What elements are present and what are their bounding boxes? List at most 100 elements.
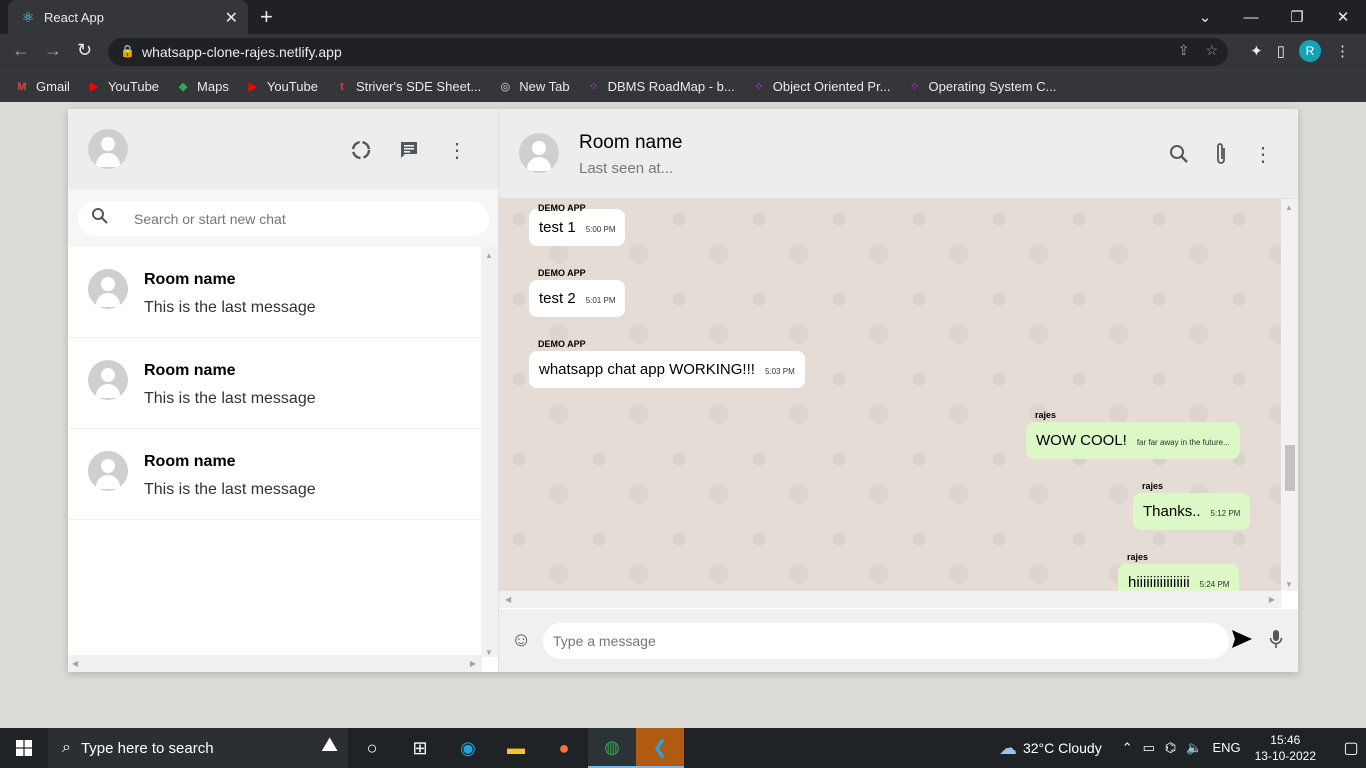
attach-icon[interactable] (1210, 141, 1232, 167)
message-incoming: DEMO APP whatsapp chat app WORKING!!! 5:0… (529, 339, 805, 388)
message-text: test 1 (539, 219, 576, 236)
room-title: Room name (579, 132, 683, 153)
restore-button[interactable]: ❐ (1274, 0, 1320, 34)
mic-icon[interactable] (1269, 629, 1283, 654)
notification-icon[interactable]: ▢ (1336, 738, 1366, 758)
lock-icon[interactable]: 🔒 (120, 44, 135, 58)
send-icon[interactable] (1231, 629, 1253, 655)
task-view-icon[interactable]: ⊞ (396, 728, 444, 768)
chrome-icon[interactable]: ◍ (588, 728, 636, 768)
profile-avatar[interactable]: R (1299, 40, 1321, 62)
window-controls: ⌄ — ❐ ✕ (1182, 0, 1366, 34)
bookmark-label: YouTube (107, 79, 160, 94)
edge-icon[interactable]: ◉ (444, 728, 492, 768)
message-time: 5:00 PM (585, 225, 616, 234)
bookmark-star-icon[interactable]: ☆ (1205, 42, 1218, 59)
weather-widget[interactable]: ☁ 32°C Cloudy (999, 738, 1102, 759)
message-sender: DEMO APP (538, 339, 586, 349)
message-time: 5:12 PM (1210, 509, 1241, 518)
chat-horizontal-scrollbar[interactable]: ◀ ▶ (499, 591, 1281, 608)
address-bar[interactable]: 🔒 whatsapp-clone-rajes.netlify.app ⇪ ☆ (108, 38, 1228, 66)
volume-icon[interactable]: 🔈 (1186, 740, 1202, 756)
share-icon[interactable]: ⇪ (1178, 42, 1190, 59)
bookmark-label: Object Oriented Pr... (772, 79, 891, 94)
scrollbar-thumb[interactable] (1285, 445, 1295, 491)
bookmark-item[interactable]: ▶ YouTube (86, 79, 159, 95)
chat-last-message: This is the last message (144, 390, 316, 407)
side-panel-icon[interactable]: ▯ (1277, 42, 1285, 60)
bookmark-label: Striver's SDE Sheet... (355, 79, 482, 94)
bookmark-item[interactable]: t Striver's SDE Sheet... (334, 79, 481, 95)
message-sender: rajes (1142, 481, 1164, 491)
close-window-button[interactable]: ✕ (1320, 0, 1366, 34)
taskbar-search[interactable]: ⌕ Type here to search ⛰ (48, 728, 348, 768)
file-explorer-icon[interactable]: ▬ (492, 728, 540, 768)
bookmark-item[interactable]: ◎ New Tab (497, 79, 569, 95)
search-icon: ⌕ (62, 739, 71, 756)
user-avatar[interactable] (88, 129, 128, 169)
scroll-down-arrow-icon[interactable]: ▼ (1285, 580, 1293, 589)
minimize-button[interactable]: — (1228, 0, 1274, 34)
scroll-up-arrow-icon[interactable]: ▲ (485, 251, 493, 260)
reload-icon[interactable]: ↻ (77, 40, 92, 61)
youtube-icon: ▶ (89, 81, 99, 93)
chat-menu-icon[interactable]: ⋮ (1252, 141, 1274, 167)
bookmark-label: DBMS RoadMap - b... (607, 79, 735, 94)
scroll-down-arrow-icon[interactable]: ▼ (485, 648, 493, 657)
status-icon[interactable] (348, 137, 374, 163)
bookmark-item[interactable]: ⁘ Object Oriented Pr... (751, 79, 891, 95)
language-indicator[interactable]: ENG (1212, 740, 1240, 756)
bookmark-item[interactable]: ⁘ DBMS RoadMap - b... (586, 79, 735, 95)
menu-kebab-icon[interactable]: ⋮ (1335, 42, 1350, 60)
clock[interactable]: 15:46 13-10-2022 (1255, 732, 1316, 764)
bookmark-label: New Tab (519, 79, 570, 94)
chat-background-pattern (499, 199, 1281, 591)
scroll-left-arrow-icon[interactable]: ◀ (505, 595, 511, 604)
bookmark-item[interactable]: M Gmail (14, 79, 70, 95)
room-avatar[interactable] (519, 133, 559, 173)
firefox-icon[interactable]: ● (540, 728, 588, 768)
sidebar-horizontal-scrollbar[interactable]: ◀ ▶ (68, 655, 482, 672)
message-outgoing: rajes Thanks.. 5:12 PM (1133, 481, 1251, 530)
browser-tab[interactable]: ⚛ React App ✕ (8, 0, 248, 34)
scroll-right-arrow-icon[interactable]: ▶ (470, 659, 476, 668)
message-text: Thanks.. (1143, 503, 1201, 520)
chat-list-item[interactable]: Room name This is the last message (68, 247, 482, 338)
network-icon[interactable]: ⌬ (1165, 740, 1176, 756)
battery-icon[interactable]: ▭ (1143, 740, 1155, 756)
bookmark-item[interactable]: ▶ YouTube (245, 79, 318, 95)
message-time: 5:24 PM (1199, 580, 1230, 589)
scroll-left-arrow-icon[interactable]: ◀ (72, 659, 78, 668)
bookmark-label: Gmail (36, 79, 70, 94)
new-chat-icon[interactable] (396, 137, 422, 163)
search-highlight-icon[interactable]: ⛰ (321, 734, 338, 757)
new-tab-button[interactable]: + (260, 4, 273, 30)
close-tab-icon[interactable]: ✕ (225, 8, 238, 28)
back-icon[interactable]: ← (12, 40, 30, 61)
message-text: WOW COOL! (1036, 432, 1127, 449)
cortana-icon[interactable]: ○ (348, 728, 396, 768)
scroll-right-arrow-icon[interactable]: ▶ (1269, 595, 1275, 604)
search-input[interactable] (134, 210, 464, 227)
scroll-up-arrow-icon[interactable]: ▲ (1285, 203, 1293, 212)
chat-vertical-scrollbar[interactable]: ▲ ▼ (1281, 199, 1298, 591)
youtube-icon: ▶ (248, 81, 258, 93)
extensions-icon[interactable]: ✦ (1250, 42, 1263, 60)
search-icon[interactable] (1168, 141, 1190, 167)
chat-list-item[interactable]: Room name This is the last message (68, 429, 482, 520)
tab-search-icon[interactable]: ⌄ (1182, 0, 1228, 34)
sidebar-menu-icon[interactable]: ⋮ (444, 137, 470, 163)
bookmark-item[interactable]: ⁘ Operating System C... (907, 79, 1057, 95)
forward-icon[interactable]: → (44, 40, 62, 61)
tuf-icon: t (340, 80, 344, 93)
chat-list-item[interactable]: Room name This is the last message (68, 338, 482, 429)
vscode-icon[interactable]: ❮ (636, 728, 684, 768)
chevron-up-icon[interactable]: ⌃ (1122, 740, 1133, 756)
dots-icon: ⁘ (588, 81, 599, 93)
sidebar-header: ⋮ (68, 109, 498, 189)
sidebar-vertical-scrollbar[interactable]: ▲ ▼ (481, 247, 498, 657)
windows-start-icon[interactable] (0, 728, 48, 768)
message-input[interactable] (543, 623, 1229, 659)
emoji-icon[interactable]: ☺ (511, 629, 531, 652)
bookmark-item[interactable]: ◆ Maps (175, 79, 229, 95)
